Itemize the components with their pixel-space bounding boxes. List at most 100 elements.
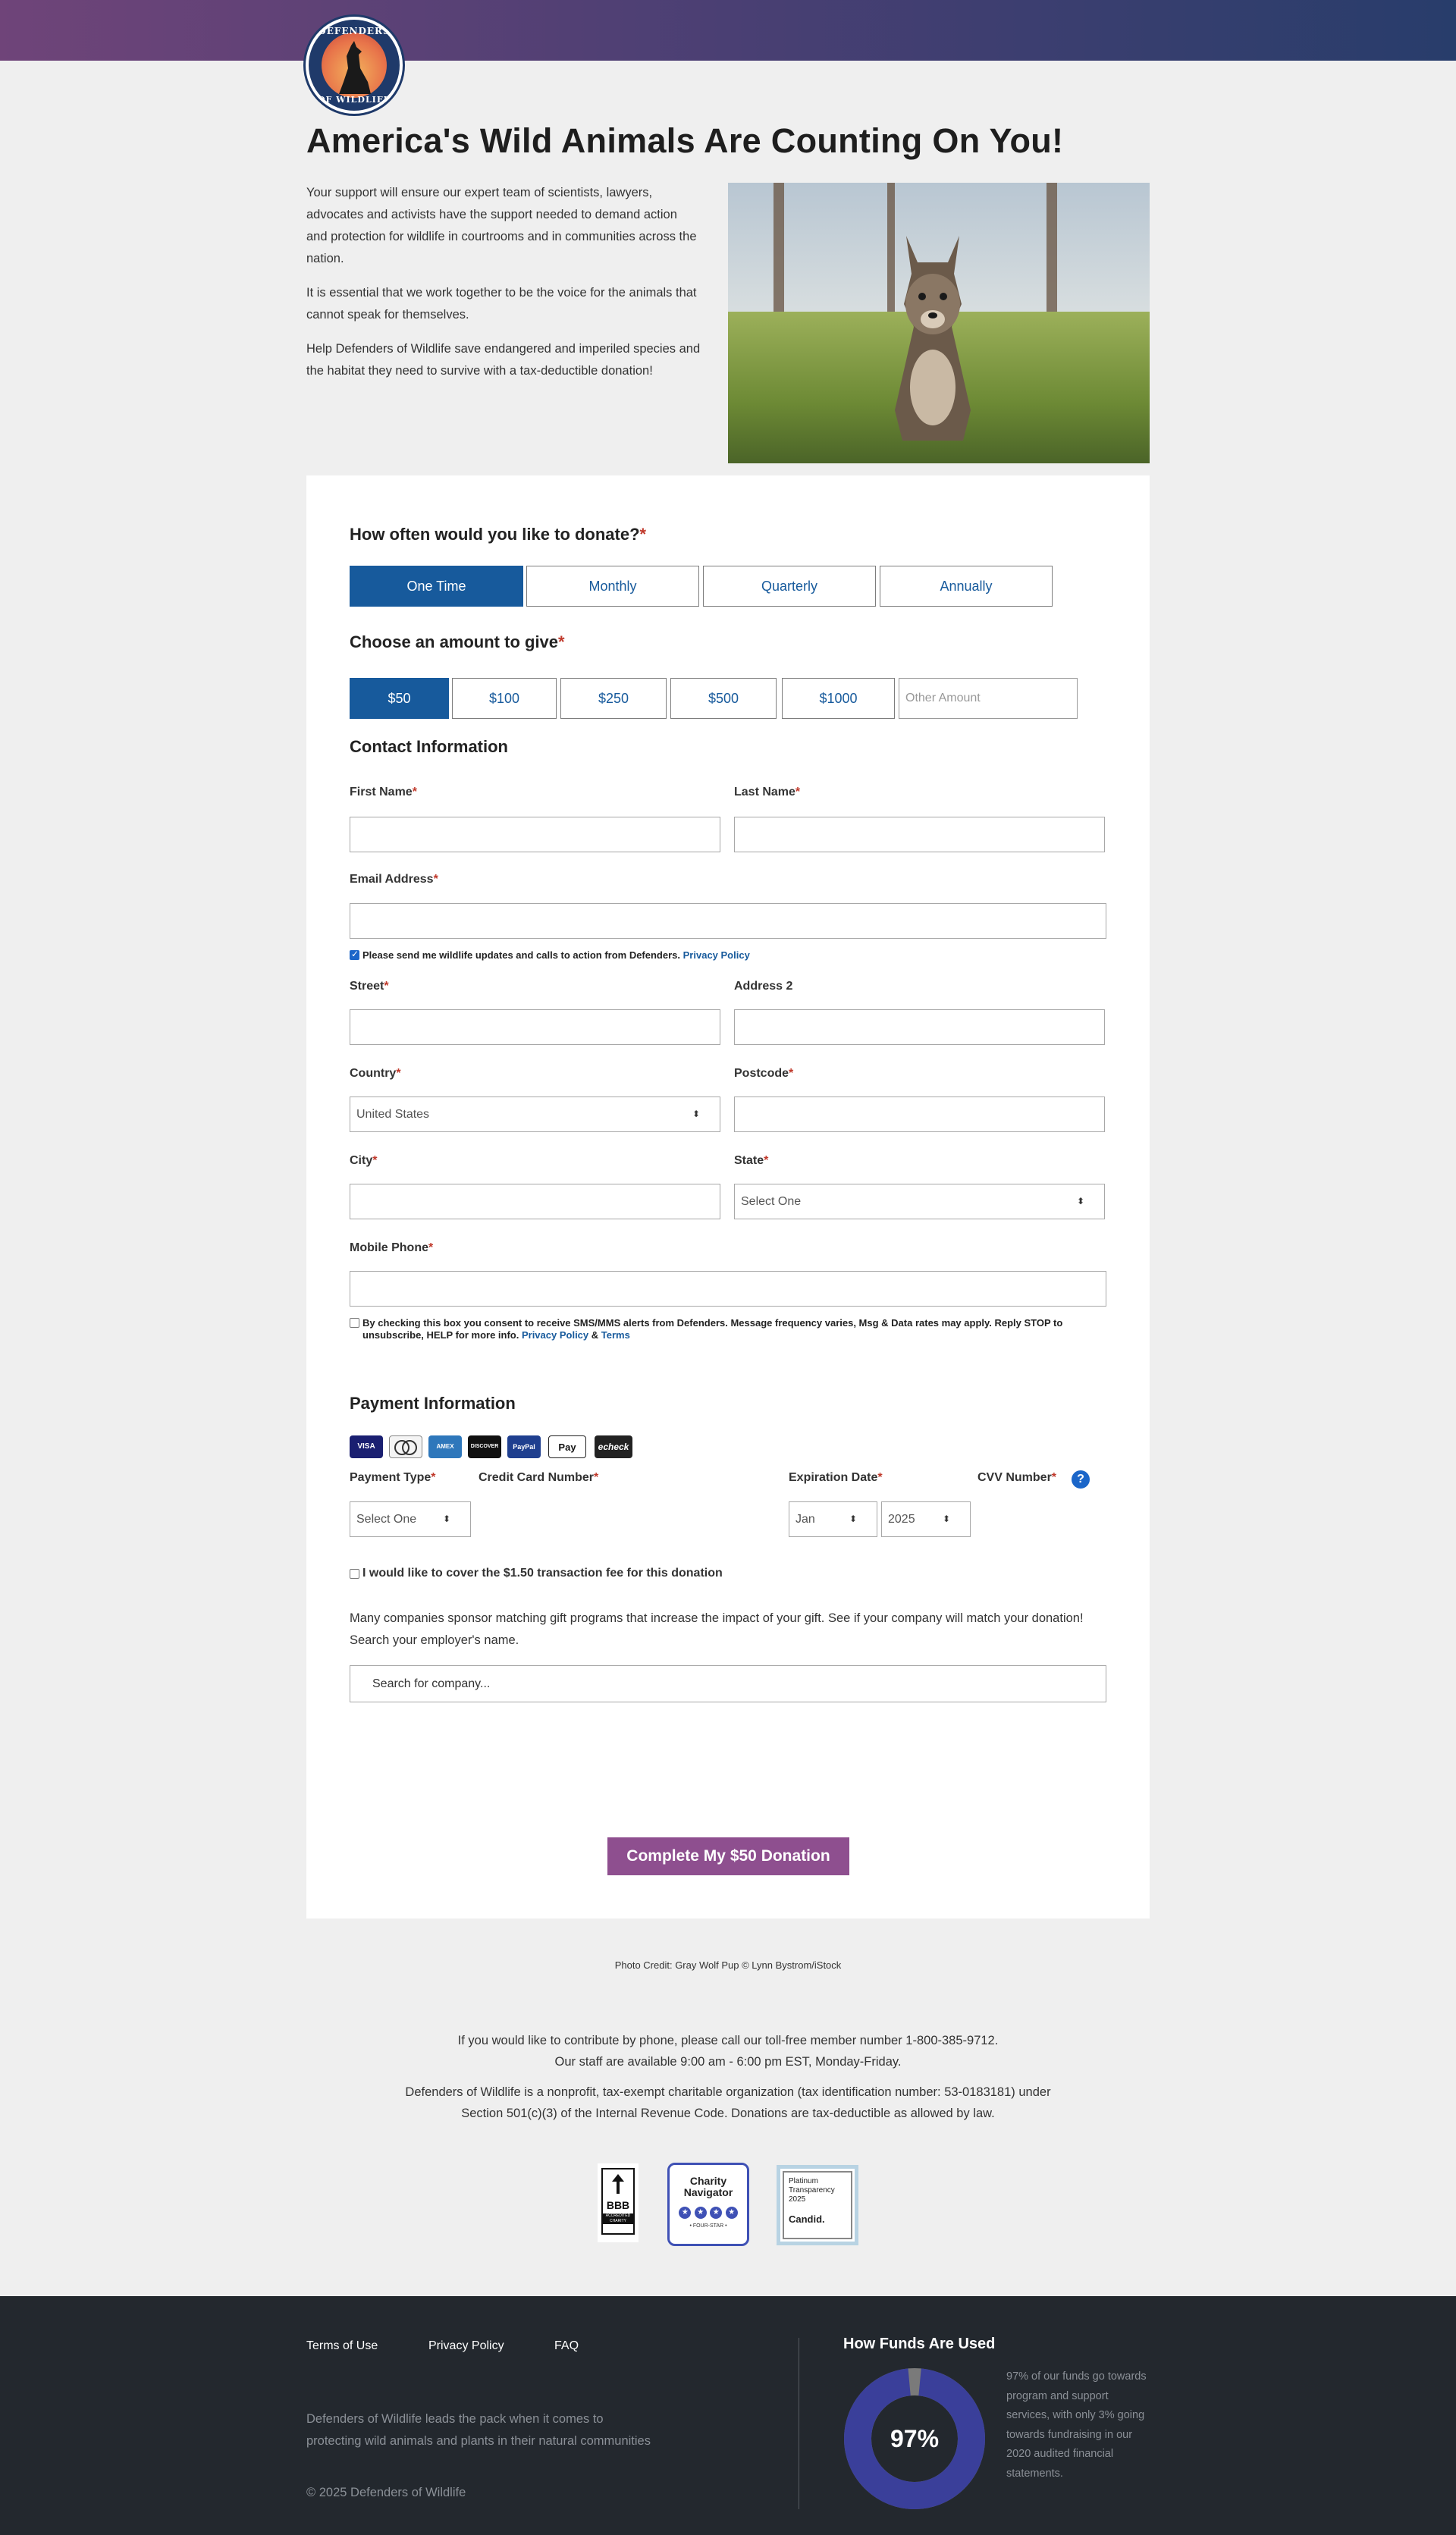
visa-icon: VISA [350,1435,383,1458]
funds-donut-chart: 97% [844,2368,985,2509]
expiration-month-select[interactable]: Jan [789,1501,877,1537]
privacy-policy-link[interactable]: Privacy Policy [683,949,750,961]
first-name-field[interactable] [350,817,720,852]
logo-top-text: DEFENDERS [318,26,391,36]
required-marker: * [1051,1471,1057,1484]
email-field[interactable] [350,903,1106,939]
footer-description: Defenders of Wildlife leads the pack whe… [306,2412,651,2448]
footer-faq-link[interactable]: FAQ [554,2339,579,2353]
defenders-logo[interactable]: DEFENDERS OF WILDLIFE [306,17,403,114]
address2-label: Address 2 [734,980,793,993]
payment-type-label-text: Payment Type [350,1471,431,1484]
email-label-text: Email Address [350,873,434,886]
candid-badge[interactable]: Platinum Transparency 2025 Candid. [777,2165,858,2245]
four-star-rating: ★ ★ ★ ★ [670,2204,747,2219]
funds-title: How Funds Are Used [843,2336,996,2352]
card-number-label: Credit Card Number* [479,1471,598,1485]
cvv-label: CVV Number* [977,1471,1056,1485]
amount-500[interactable]: $500 [670,678,777,719]
frequency-annually[interactable]: Annually [880,566,1053,607]
candid-label: Candid. [789,2213,825,2225]
photo-credit: Photo Credit: Gray Wolf Pup © Lynn Bystr… [614,1959,842,1971]
star-icon: ★ [679,2207,692,2219]
amount-1000[interactable]: $1000 [782,678,895,719]
cover-fee-checkbox[interactable] [350,1569,359,1579]
last-name-field[interactable] [734,817,1105,852]
required-marker: * [639,525,647,544]
city-label: City* [350,1154,377,1168]
cvv-help-icon[interactable]: ? [1072,1470,1090,1489]
complete-donation-button[interactable]: Complete My $50 Donation [607,1837,849,1875]
amount-100[interactable]: $100 [452,678,557,719]
star-icon: ★ [710,2207,723,2219]
amount-50[interactable]: $50 [350,678,449,719]
payment-type-label: Payment Type* [350,1471,436,1485]
footer-terms-link[interactable]: Terms of Use [306,2339,378,2353]
matching-gift-text: Many companies sponsor matching gift pro… [350,1611,1084,1647]
company-search-input[interactable]: Search for company... [350,1665,1106,1702]
page-title: America's Wild Animals Are Counting On Y… [306,121,1064,160]
required-marker: * [396,1067,401,1080]
required-marker: * [428,1241,434,1254]
address2-field[interactable] [734,1009,1105,1045]
required-marker: * [384,980,389,993]
expiration-label: Expiration Date* [789,1471,883,1485]
mobile-phone-label-text: Mobile Phone [350,1241,428,1254]
ampersand: & [591,1329,599,1341]
apple-pay-label: Pay [558,1442,576,1453]
amount-question-text: Choose an amount to give [350,632,559,651]
country-select[interactable]: United States [350,1097,720,1132]
postcode-label-text: Postcode [734,1067,789,1080]
cvv-label-text: CVV Number [977,1471,1052,1484]
logo-bottom-text: OF WILDLIFE [317,95,391,105]
candid-year: 2025 [789,2195,806,2204]
frequency-question-text: How often would you like to donate? [350,525,640,544]
bbb-subtext: ACCREDITED CHARITY [603,2213,633,2224]
first-name-label: First Name* [350,786,417,799]
postcode-label: Postcode* [734,1067,793,1081]
paypal-icon: PayPal [507,1435,541,1458]
frequency-one-time[interactable]: One Time [350,566,523,607]
country-label: Country* [350,1067,401,1081]
discover-icon: DISCOVER [468,1435,501,1458]
frequency-monthly[interactable]: Monthly [526,566,699,607]
expiration-year-select[interactable]: 2025 [881,1501,971,1537]
email-opt-in-checkbox[interactable] [350,949,359,960]
intro-paragraph: It is essential that we work together to… [306,286,697,322]
first-name-label-text: First Name [350,786,413,798]
card-number-label-text: Credit Card Number [479,1471,595,1484]
other-amount-input[interactable]: Other Amount [899,678,1078,719]
required-marker: * [877,1471,883,1484]
street-label-text: Street [350,980,384,993]
expiration-label-text: Expiration Date [789,1471,878,1484]
required-marker: * [594,1471,599,1484]
amount-250[interactable]: $250 [560,678,667,719]
required-marker: * [372,1154,378,1167]
amount-question: Choose an amount to give* [350,632,565,652]
postcode-field[interactable] [734,1097,1105,1132]
bbb-torch-icon [612,2174,624,2194]
payment-type-select[interactable]: Select One [350,1501,471,1537]
terms-link[interactable]: Terms [601,1329,630,1341]
apple-pay-icon: Pay [548,1435,586,1458]
state-select[interactable]: Select One [734,1184,1105,1219]
footer-privacy-link[interactable]: Privacy Policy [428,2339,504,2353]
required-marker: * [431,1471,436,1484]
star-icon: ★ [725,2207,738,2219]
charity-navigator-badge[interactable]: Charity Navigator ★ ★ ★ ★ • FOUR-STAR • [667,2163,749,2246]
bbb-label: BBB [606,2199,630,2211]
frequency-quarterly[interactable]: Quarterly [703,566,876,607]
city-field[interactable] [350,1184,720,1219]
candid-platinum: Platinum [789,2177,818,2185]
mobile-phone-field[interactable] [350,1271,1106,1307]
nonprofit-statement: Defenders of Wildlife is a nonprofit, ta… [405,2085,1051,2120]
bbb-badge[interactable]: BBB ACCREDITED CHARITY [598,2163,639,2242]
sms-consent-checkbox[interactable] [350,1318,359,1328]
intro-paragraph: Your support will ensure our expert team… [306,186,697,265]
required-marker: * [558,632,565,651]
city-label-text: City [350,1154,373,1167]
sms-privacy-policy-link[interactable]: Privacy Policy [522,1329,588,1341]
street-field[interactable] [350,1009,720,1045]
wolf-pup-figure [895,236,971,441]
last-name-label: Last Name* [734,786,800,799]
